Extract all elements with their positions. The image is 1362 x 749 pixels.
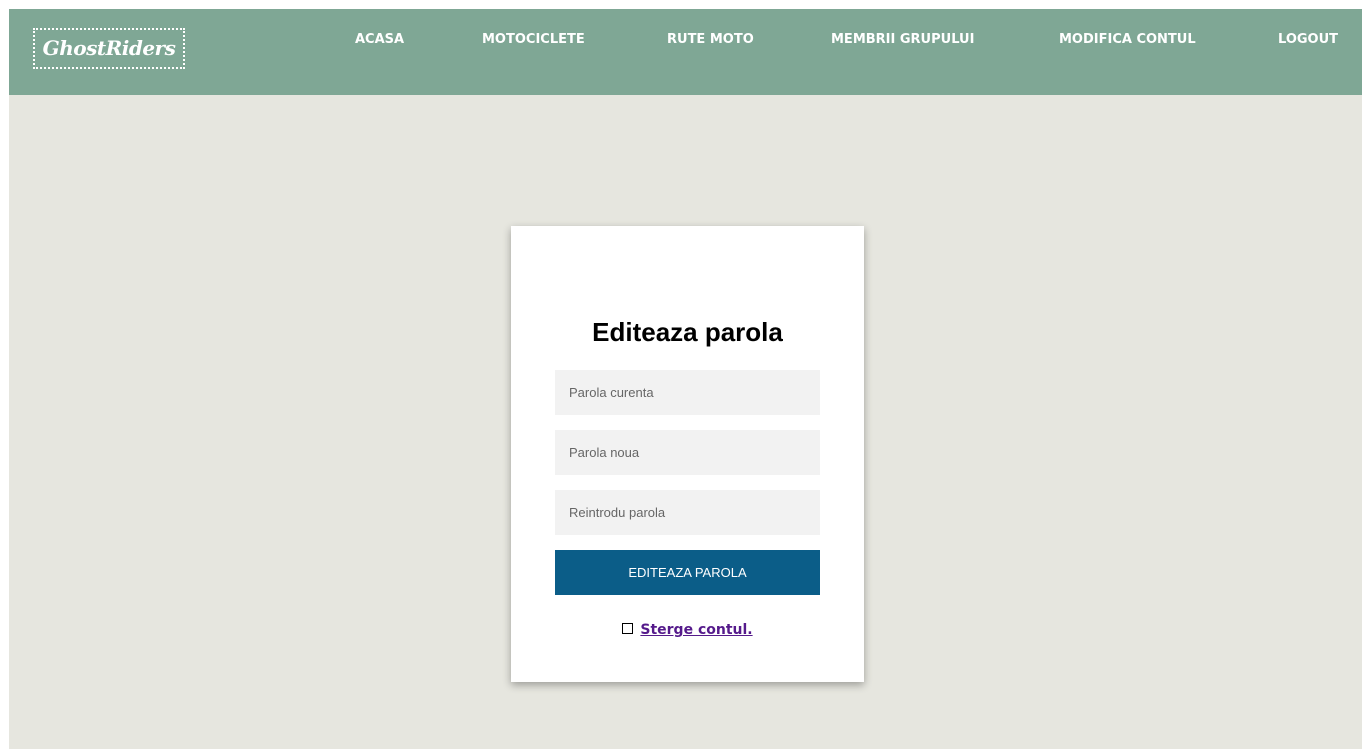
square-outline-icon xyxy=(622,623,634,634)
top-navigation-bar: GhostRiders ACASA MOTOCICLETE RUTE MOTO … xyxy=(9,9,1362,95)
edit-password-button[interactable]: EDITEAZA PAROLA xyxy=(555,550,820,595)
delete-account-row: Sterge contul. xyxy=(511,621,864,639)
form-title: Editeaza parola xyxy=(592,317,783,347)
new-password-input[interactable] xyxy=(555,430,820,475)
nav-link-rute-moto[interactable]: RUTE MOTO xyxy=(667,32,754,48)
edit-password-card: Editeaza parola EDITEAZA PAROLA Sterge c… xyxy=(511,226,864,682)
nav-link-modifica-contul[interactable]: MODIFICA CONTUL xyxy=(1059,32,1196,48)
nav-link-membrii-grupului[interactable]: MEMBRII GRUPULUI xyxy=(831,32,974,48)
page-background: GhostRiders ACASA MOTOCICLETE RUTE MOTO … xyxy=(9,9,1362,749)
brand-logo[interactable]: GhostRiders xyxy=(33,28,185,69)
repeat-password-input[interactable] xyxy=(555,490,820,535)
nav-link-acasa[interactable]: ACASA xyxy=(355,32,404,48)
current-password-input[interactable] xyxy=(555,370,820,415)
nav-link-motociclete[interactable]: MOTOCICLETE xyxy=(482,32,585,48)
nav-link-logout[interactable]: LOGOUT xyxy=(1278,32,1338,48)
delete-account-link[interactable]: Sterge contul. xyxy=(640,622,752,638)
